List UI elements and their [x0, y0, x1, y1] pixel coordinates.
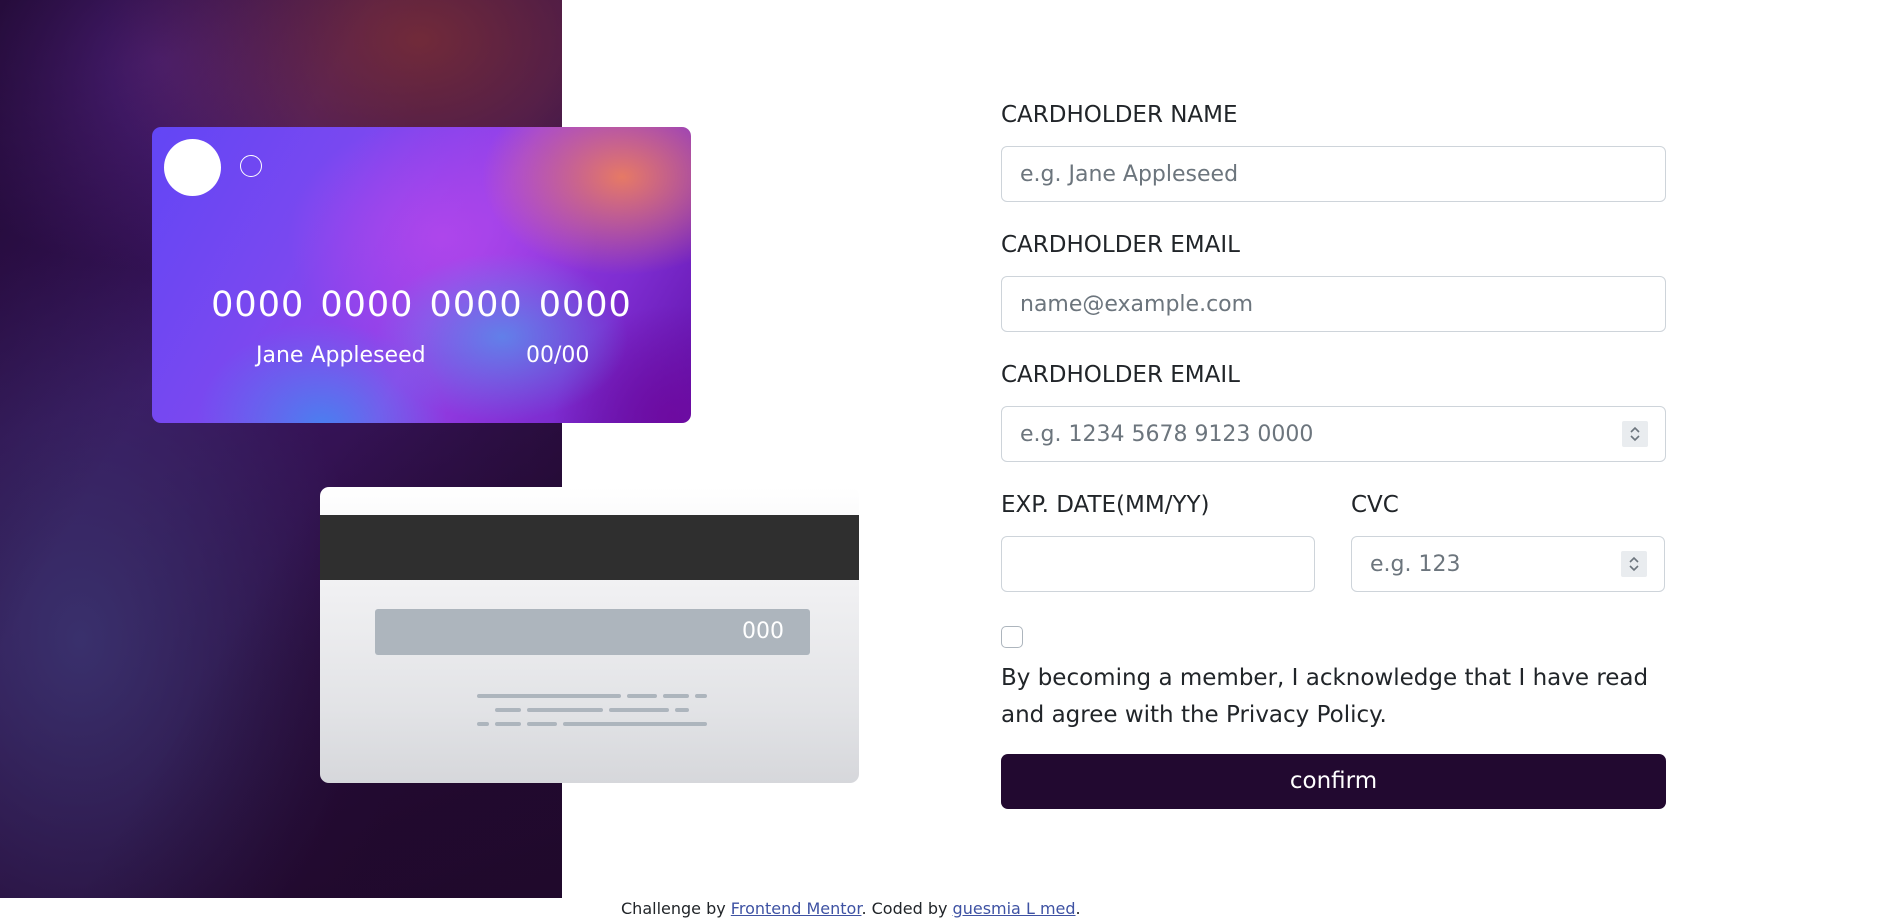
- footer-middle: . Coded by: [861, 899, 953, 918]
- email-field-group: CARDHOLDER EMAIL: [1001, 230, 1666, 332]
- number-spinner-icon[interactable]: [1622, 421, 1648, 447]
- cvc-input[interactable]: [1351, 536, 1665, 592]
- card-number-input-wrapper: [1001, 406, 1666, 462]
- cvc-label: CVC: [1351, 492, 1399, 518]
- terms-checkbox[interactable]: [1001, 626, 1023, 648]
- confirm-button[interactable]: confirm: [1001, 754, 1666, 809]
- exp-date-field-group: EXP. DATE(MM/YY): [1001, 490, 1315, 592]
- card-holder-name: Jane Appleseed: [256, 343, 426, 368]
- exp-date-input[interactable]: [1001, 536, 1315, 592]
- card-logo-outline-circle-icon: [240, 155, 262, 177]
- footer-prefix: Challenge by: [621, 899, 731, 918]
- frontend-mentor-link[interactable]: Frontend Mentor: [731, 899, 862, 918]
- exp-cvc-row: EXP. DATE(MM/YY) CVC: [1001, 490, 1666, 592]
- exp-date-label: EXP. DATE(MM/YY): [1001, 492, 1210, 518]
- card-back: 000: [320, 487, 859, 783]
- card-number-field-group: CARDHOLDER EMAIL: [1001, 360, 1666, 462]
- cvc-field-group: CVC: [1351, 490, 1665, 592]
- page: 0000 0000 0000 0000 Jane Appleseed 00/00…: [0, 0, 1894, 918]
- card-expiry: 00/00: [526, 343, 590, 368]
- author-link[interactable]: guesmia L med: [953, 899, 1076, 918]
- cardholder-name-input[interactable]: [1001, 146, 1666, 202]
- cardholder-name-label: CARDHOLDER NAME: [1001, 102, 1238, 128]
- card-front: 0000 0000 0000 0000 Jane Appleseed 00/00: [152, 127, 691, 423]
- card-number-label: CARDHOLDER EMAIL: [1001, 362, 1240, 388]
- signature-strip: 000: [375, 609, 810, 655]
- name-field-group: CARDHOLDER NAME: [1001, 100, 1666, 202]
- cardholder-email-label: CARDHOLDER EMAIL: [1001, 232, 1240, 258]
- cardholder-email-input[interactable]: [1001, 276, 1666, 332]
- card-fine-print-lines-icon: [477, 694, 707, 726]
- footer-suffix: .: [1075, 899, 1081, 918]
- card-number-input[interactable]: [1001, 406, 1666, 462]
- terms-text: By becoming a member, I acknowledge that…: [1001, 665, 1649, 728]
- card-number: 0000 0000 0000 0000: [211, 285, 632, 325]
- card-cvc: 000: [742, 619, 784, 644]
- footer-attribution: Challenge by Frontend Mentor. Coded by g…: [621, 900, 1081, 918]
- magnetic-stripe: [320, 515, 859, 580]
- cvc-input-wrapper: [1351, 536, 1665, 592]
- card-logo-filled-circle-icon: [164, 139, 221, 196]
- cvc-spinner-icon[interactable]: [1621, 551, 1647, 577]
- card-details-form: CARDHOLDER NAME CARDHOLDER EMAIL CARDHOL…: [1001, 100, 1666, 809]
